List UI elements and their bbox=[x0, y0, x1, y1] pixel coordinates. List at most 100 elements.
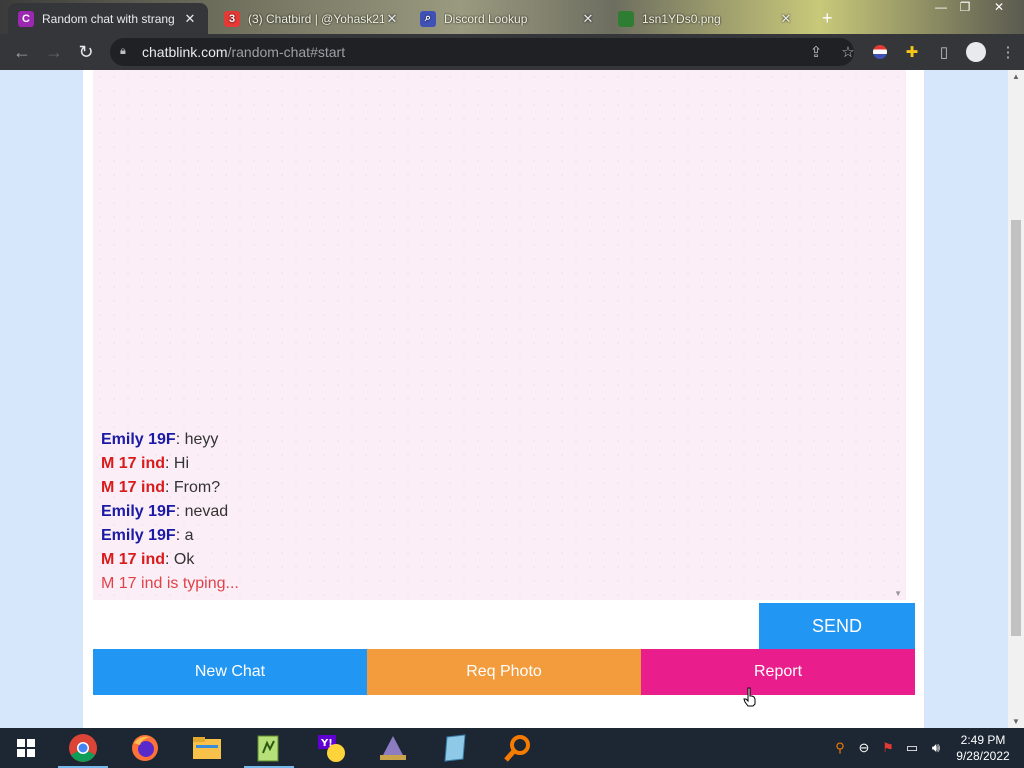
firefox-icon bbox=[132, 735, 158, 761]
message-text: Ok bbox=[173, 551, 195, 568]
search-app-taskbar-icon[interactable] bbox=[486, 728, 548, 768]
search-tray-icon[interactable]: ⚲ bbox=[828, 728, 852, 768]
menu-kebab-icon[interactable]: ⋮ bbox=[992, 34, 1024, 70]
tab-random-chat[interactable]: C Random chat with strang ✕ bbox=[8, 3, 208, 34]
show-desktop-button[interactable] bbox=[1018, 728, 1024, 768]
notepad-plus-taskbar-icon[interactable] bbox=[238, 728, 300, 768]
volume-icon[interactable]: 🔊︎ bbox=[924, 728, 948, 768]
message-input[interactable] bbox=[93, 603, 757, 649]
profile-avatar-icon[interactable] bbox=[960, 34, 992, 70]
image-favicon-icon bbox=[618, 10, 634, 27]
folder-icon bbox=[193, 737, 221, 759]
notes-app-taskbar-icon[interactable] bbox=[424, 728, 486, 768]
forward-arrow-icon[interactable]: → bbox=[38, 36, 70, 68]
chat-message: M 17 ind: From? bbox=[101, 476, 239, 500]
chat-message: M 17 ind: Hi bbox=[101, 452, 239, 476]
chrome-icon bbox=[69, 734, 97, 762]
message-sep: : bbox=[165, 455, 174, 472]
scrollbar-thumb[interactable] bbox=[1011, 220, 1021, 636]
scroll-down-arrow-icon[interactable]: ▼ bbox=[894, 589, 902, 598]
minimize-icon[interactable]: — bbox=[930, 0, 952, 16]
message-nick: Emily 19F bbox=[101, 503, 176, 520]
message-text: heyy bbox=[184, 431, 219, 448]
new-chat-button[interactable]: New Chat bbox=[93, 649, 367, 695]
notebook-icon bbox=[444, 734, 466, 762]
message-nick: M 17 ind bbox=[101, 551, 166, 568]
chat-scrollbar[interactable]: ▼ bbox=[890, 70, 906, 600]
message-text: From? bbox=[173, 479, 221, 496]
chrome-taskbar-icon[interactable] bbox=[52, 728, 114, 768]
address-bar[interactable]: 🔒︎ chatblink.com/random-chat#start bbox=[110, 38, 854, 66]
new-tab-button[interactable]: + bbox=[812, 3, 842, 34]
system-tray: ⚲ ⊖ ⚑ ▭ 🔊︎ 2:49 PM 9/28/2022 bbox=[828, 728, 1024, 768]
wizard-hat-icon bbox=[380, 736, 406, 760]
side-panel-icon[interactable]: ▯ bbox=[928, 34, 960, 70]
message-nick: Emily 19F bbox=[101, 431, 176, 448]
message-text: nevad bbox=[184, 503, 229, 520]
scroll-down-arrow-icon[interactable]: ▼ bbox=[1012, 717, 1020, 726]
clock-time: 2:49 PM bbox=[960, 733, 1006, 747]
windows-taskbar: Y! ⚲ ⊖ ⚑ ▭ 🔊︎ 2:49 PM 9/28/2022 bbox=[0, 728, 1024, 768]
chat-log[interactable]: Emily 19F: heyy M 17 ind: Hi M 17 ind: F… bbox=[93, 70, 906, 600]
tab-close-icon[interactable]: ✕ bbox=[778, 11, 794, 27]
browser-tab-strip: C Random chat with strang ✕ 3 (3) Chatbi… bbox=[0, 0, 1024, 34]
network-icon[interactable]: ▭ bbox=[900, 728, 924, 768]
message-sep: : bbox=[165, 479, 174, 496]
tab-image[interactable]: 1sn1YDs0.png ✕ bbox=[608, 3, 804, 34]
tab-discord-lookup[interactable]: ⌕ Discord Lookup ✕ bbox=[410, 3, 606, 34]
window-close-icon[interactable]: ✕ bbox=[988, 0, 1010, 16]
share-icon[interactable]: ⇪ bbox=[800, 34, 832, 70]
message-nick: M 17 ind bbox=[101, 455, 166, 472]
file-explorer-taskbar-icon[interactable] bbox=[176, 728, 238, 768]
puzzle-extensions-icon[interactable]: ✚ bbox=[896, 34, 928, 70]
yahoo-messenger-taskbar-icon[interactable]: Y! bbox=[300, 728, 362, 768]
page-scrollbar[interactable]: ▲ ▼ bbox=[1008, 70, 1024, 728]
flag-icon[interactable]: ⚑ bbox=[876, 728, 900, 768]
do-not-disturb-icon[interactable]: ⊖ bbox=[852, 728, 876, 768]
search-favicon-icon: ⌕ bbox=[420, 10, 436, 27]
bookmark-star-icon[interactable]: ☆ bbox=[832, 34, 864, 70]
tab-close-icon[interactable]: ✕ bbox=[384, 11, 400, 27]
firefox-taskbar-icon[interactable] bbox=[114, 728, 176, 768]
tab-chatbird[interactable]: 3 (3) Chatbird | @Yohask21 ✕ bbox=[214, 3, 410, 34]
extension-icon[interactable] bbox=[864, 34, 896, 70]
tab-title: Random chat with strang bbox=[42, 11, 175, 26]
chat-message: Emily 19F: heyy bbox=[101, 428, 239, 452]
send-button[interactable]: SEND bbox=[759, 603, 915, 649]
message-sep: : bbox=[165, 551, 174, 568]
windows-logo-icon bbox=[17, 739, 35, 757]
chat-message: M 17 ind: Ok bbox=[101, 548, 239, 572]
chat-message: Emily 19F: nevad bbox=[101, 500, 239, 524]
taskbar-clock[interactable]: 2:49 PM 9/28/2022 bbox=[948, 732, 1018, 764]
back-arrow-icon[interactable]: ← bbox=[6, 36, 38, 68]
tab-close-icon[interactable]: ✕ bbox=[580, 11, 596, 27]
clock-date: 9/28/2022 bbox=[956, 749, 1010, 763]
message-nick: M 17 ind bbox=[101, 479, 166, 496]
tab-title: Discord Lookup bbox=[444, 11, 528, 26]
scroll-up-arrow-icon[interactable]: ▲ bbox=[1012, 72, 1020, 81]
chat-container: Emily 19F: heyy M 17 ind: Hi M 17 ind: F… bbox=[83, 70, 924, 728]
chatbird-favicon-icon: 3 bbox=[224, 10, 240, 27]
chatblink-favicon-icon: C bbox=[18, 10, 34, 27]
tab-title: (3) Chatbird | @Yohask21 bbox=[248, 11, 384, 26]
message-sep: : bbox=[175, 431, 185, 448]
message-text: Hi bbox=[173, 455, 190, 472]
url-path: /random-chat#start bbox=[227, 44, 346, 60]
report-button[interactable]: Report bbox=[641, 649, 915, 695]
tab-close-icon[interactable]: ✕ bbox=[182, 11, 198, 27]
message-text: a bbox=[184, 527, 194, 544]
message-sep: : bbox=[175, 503, 185, 520]
req-photo-button[interactable]: Req Photo bbox=[367, 649, 641, 695]
chat-message: Emily 19F: a bbox=[101, 524, 239, 548]
magnifier-icon bbox=[504, 735, 530, 762]
typing-indicator: M 17 ind is typing... bbox=[101, 575, 239, 592]
message-sep: : bbox=[175, 527, 185, 544]
maximize-icon[interactable]: ❐ bbox=[954, 0, 976, 16]
message-list: Emily 19F: heyy M 17 ind: Hi M 17 ind: F… bbox=[101, 428, 239, 596]
start-button[interactable] bbox=[0, 728, 52, 768]
wizard-app-taskbar-icon[interactable] bbox=[362, 728, 424, 768]
hand-cursor-icon bbox=[743, 687, 756, 707]
lock-icon: 🔒︎ bbox=[120, 45, 126, 57]
reload-icon[interactable]: ↻ bbox=[70, 36, 102, 68]
page-viewport: Emily 19F: heyy M 17 ind: Hi M 17 ind: F… bbox=[0, 70, 1008, 728]
